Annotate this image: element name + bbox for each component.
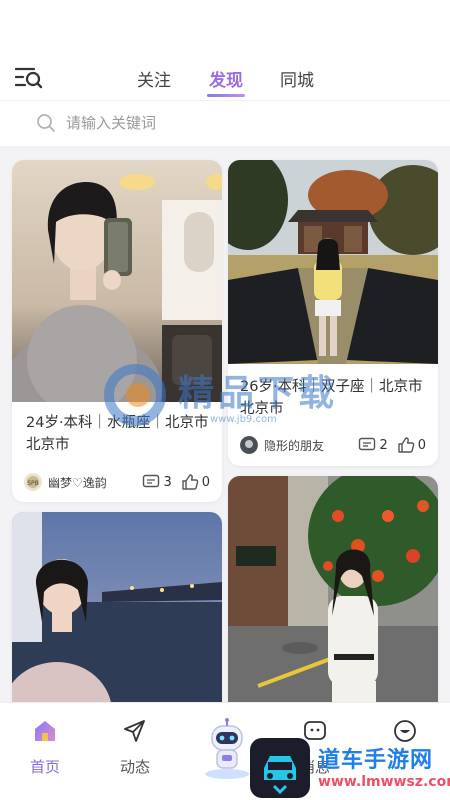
comment-count: 2 xyxy=(379,437,388,453)
nav-moments-label: 动态 xyxy=(119,758,150,776)
svg-text:SPB: SPB xyxy=(27,480,39,487)
smile-icon xyxy=(394,720,416,742)
feed-card[interactable]: 26岁·本科｜双子座｜北京市 北京市 隐形的朋友 2 0 xyxy=(228,160,438,466)
top-bar: 关注 发现 同城 xyxy=(0,0,450,100)
nav-home-label: 首页 xyxy=(29,758,60,776)
tab-follow[interactable]: 关注 xyxy=(135,66,173,91)
like-count: 0 xyxy=(417,437,426,453)
nav-profile[interactable] xyxy=(370,719,440,779)
card-stats: 2 0 xyxy=(358,435,426,455)
feed-card[interactable]: 24岁·本科｜水瓶座｜北京市 北京市 SPB 幽梦♡逸韵 3 0 xyxy=(12,160,222,502)
message-icon xyxy=(304,721,326,740)
search-icon xyxy=(37,114,55,132)
card-meta: SPB 幽梦♡逸韵 3 0 xyxy=(24,471,210,493)
avatar[interactable]: SPB xyxy=(24,473,42,491)
nav-moments[interactable]: 动态 xyxy=(100,719,170,779)
search-input[interactable] xyxy=(66,110,406,136)
nav-home[interactable]: 首页 xyxy=(10,719,80,779)
home-icon xyxy=(35,721,55,741)
card-caption: 26岁·本科｜双子座｜北京市 北京市 xyxy=(240,379,423,417)
card-caption: 24岁·本科｜水瓶座｜北京市 北京市 xyxy=(26,415,209,453)
avatar[interactable] xyxy=(240,436,258,454)
send-icon xyxy=(124,720,145,742)
robot-icon[interactable] xyxy=(200,718,254,780)
search-bar xyxy=(0,100,450,146)
tab-nearby[interactable]: 同城 xyxy=(278,66,316,91)
profile-photo xyxy=(12,160,222,402)
nav-messages[interactable]: 消息 xyxy=(280,719,350,779)
top-tabs: 关注 发现 同城 xyxy=(0,64,450,100)
author-name[interactable]: 幽梦♡逸韵 xyxy=(48,474,107,491)
like-count: 0 xyxy=(201,474,210,490)
comment-count: 3 xyxy=(163,474,172,490)
nav-messages-label: 消息 xyxy=(299,758,330,776)
thumbs-up-icon[interactable] xyxy=(397,436,415,454)
comment-icon[interactable] xyxy=(358,437,376,453)
comment-icon[interactable] xyxy=(142,474,160,490)
card-stats: 3 0 xyxy=(142,472,210,492)
tab-discover[interactable]: 发现 xyxy=(205,66,247,91)
thumbs-up-icon[interactable] xyxy=(181,473,199,491)
author-name[interactable]: 隐形的朋友 xyxy=(264,437,324,454)
active-tab-indicator xyxy=(207,94,245,97)
profile-photo xyxy=(228,160,438,364)
card-meta: 隐形的朋友 2 0 xyxy=(240,434,426,456)
